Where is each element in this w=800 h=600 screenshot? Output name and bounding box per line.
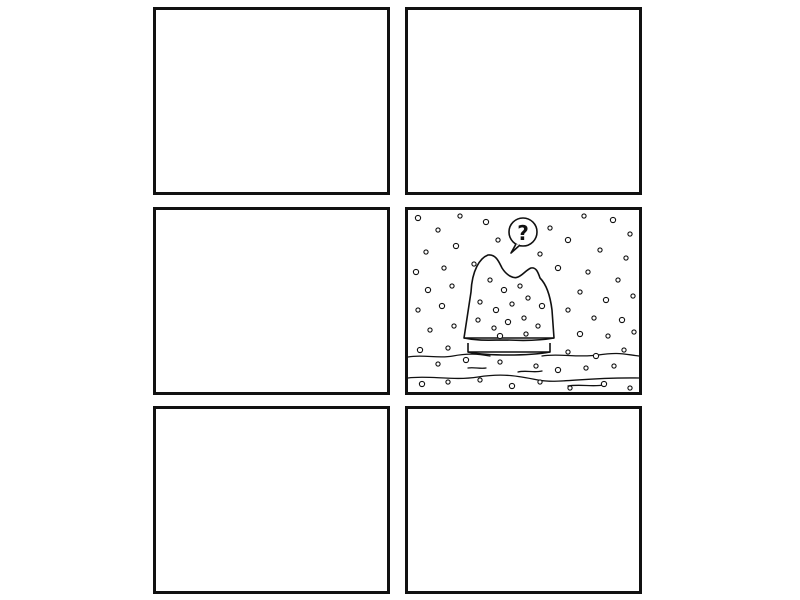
speech-bubble: ? — [508, 217, 538, 254]
snowflake — [415, 307, 421, 313]
snowflake — [497, 359, 503, 365]
snowflake — [477, 299, 483, 305]
snowflake — [538, 302, 546, 310]
snowflake — [609, 216, 617, 224]
snowflake — [627, 385, 633, 391]
snowflake — [618, 316, 626, 324]
snowflake — [509, 301, 515, 307]
snowflake — [438, 302, 446, 310]
snowflake — [427, 327, 433, 333]
snowflake — [537, 379, 543, 385]
snowflake — [533, 363, 539, 369]
snowflake — [451, 323, 457, 329]
snowflake — [565, 349, 571, 355]
snowflake — [424, 286, 432, 294]
snowflake — [581, 213, 587, 219]
snowflake — [630, 293, 636, 299]
comic-panel-1 — [153, 7, 390, 195]
snowflake — [462, 356, 470, 364]
snowflake — [521, 315, 527, 321]
snowflake — [441, 265, 447, 271]
snowflake — [435, 361, 441, 367]
snowflake — [449, 283, 455, 289]
snowflake — [508, 382, 516, 390]
snowflake — [477, 377, 483, 383]
comic-panel-6 — [405, 406, 642, 594]
snowflake — [567, 385, 573, 391]
snowflake — [585, 269, 591, 275]
snowflake — [631, 329, 637, 335]
snowflake — [591, 315, 597, 321]
snowflake — [500, 286, 508, 294]
snowflake — [621, 347, 627, 353]
snowflake — [525, 295, 531, 301]
snowflake — [496, 332, 504, 340]
snowflake — [492, 306, 500, 314]
snowflake — [482, 218, 490, 226]
snow-scene-illustration: ? — [408, 213, 639, 391]
snowflake — [602, 296, 610, 304]
snowflake — [564, 236, 572, 244]
snowflake — [535, 323, 541, 329]
snowflake — [623, 255, 629, 261]
snowflake — [547, 225, 553, 231]
snowflake — [445, 379, 451, 385]
snowflake — [445, 345, 451, 351]
snowflake — [627, 231, 633, 237]
snowflake — [517, 283, 523, 289]
speech-bubble-question-mark: ? — [517, 221, 529, 245]
snowflake — [577, 289, 583, 295]
snowflake — [471, 261, 477, 267]
snowflake — [592, 352, 600, 360]
snowflake — [600, 380, 608, 388]
snowflake — [418, 380, 426, 388]
snowflake — [565, 307, 571, 313]
snowflake — [414, 214, 422, 222]
snowflake — [412, 268, 420, 276]
snowflake — [452, 242, 460, 250]
snowflake — [597, 247, 603, 253]
snowflake — [487, 277, 493, 283]
snowflake — [523, 331, 529, 337]
snowflake — [495, 237, 501, 243]
snowflake — [605, 333, 611, 339]
comic-panel-5 — [153, 406, 390, 594]
comic-panel-4: ? — [405, 207, 642, 395]
snowflake — [504, 318, 512, 326]
snowflake — [537, 251, 543, 257]
snowflake — [615, 277, 621, 283]
snowflake — [576, 330, 584, 338]
comic-panel-2 — [405, 7, 642, 195]
snowflake — [611, 363, 617, 369]
snowflake — [554, 264, 562, 272]
snowflake — [423, 249, 429, 255]
comic-panel-3 — [153, 207, 390, 395]
snowflake — [416, 346, 424, 354]
snowflake — [583, 365, 589, 371]
snowflake — [554, 366, 562, 374]
snowflake — [457, 213, 463, 219]
snowflake — [475, 317, 481, 323]
snowflake — [491, 325, 497, 331]
snowflake — [435, 227, 441, 233]
